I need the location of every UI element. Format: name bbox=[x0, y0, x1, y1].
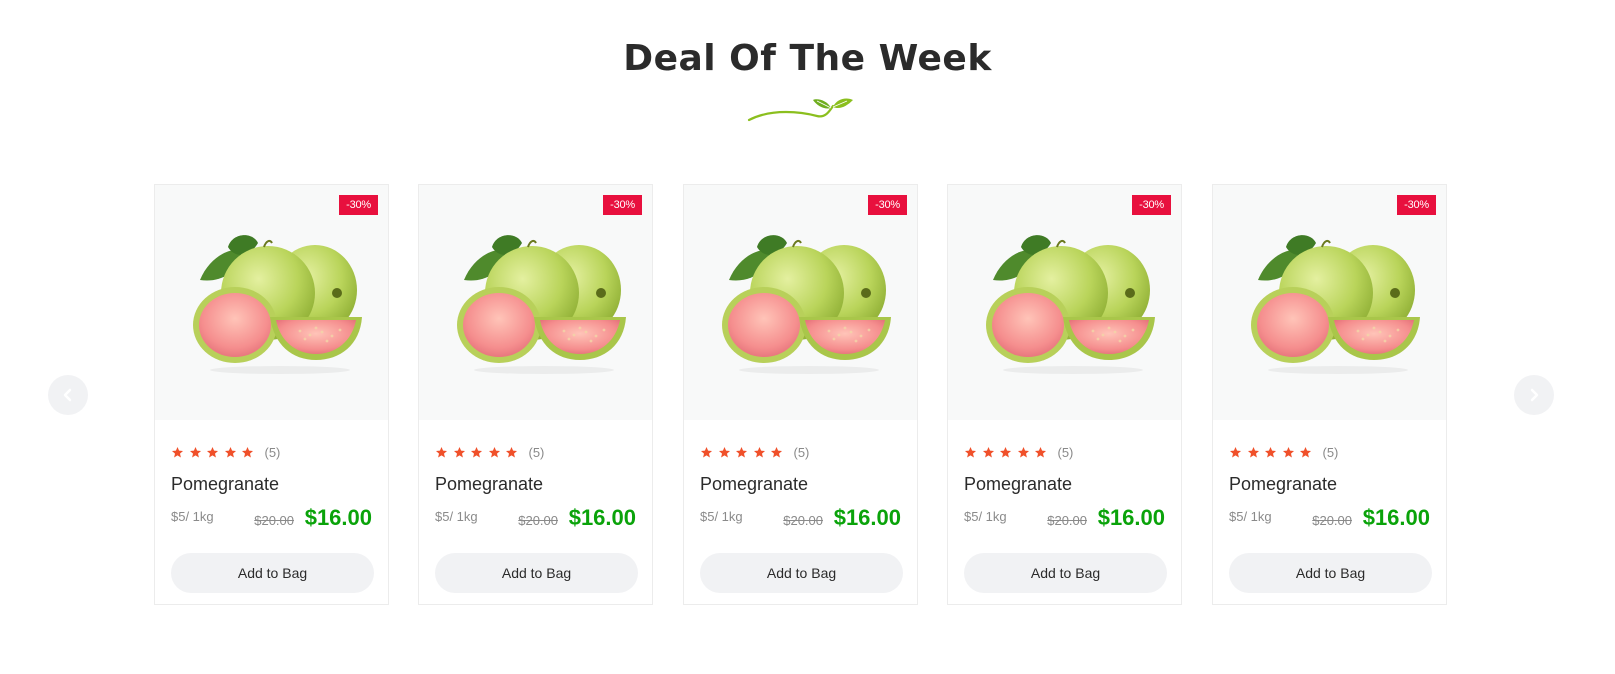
product-card[interactable]: -30% (5) Pomegranate $5/ 1kg $20.00 $16.… bbox=[1212, 184, 1447, 605]
product-media[interactable]: -30% bbox=[155, 185, 388, 420]
product-name[interactable]: Pomegranate bbox=[964, 473, 1165, 495]
guava-fruit-image[interactable] bbox=[180, 235, 365, 375]
price-row: $5/ 1kg $20.00 $16.00 bbox=[964, 505, 1165, 533]
star-icon bbox=[982, 446, 995, 459]
star-icon bbox=[735, 446, 748, 459]
product-media[interactable]: -30% bbox=[948, 185, 1181, 420]
add-to-bag-button[interactable]: Add to Bag bbox=[700, 553, 903, 593]
sale-price: $16.00 bbox=[568, 505, 636, 530]
add-to-bag-button[interactable]: Add to Bag bbox=[964, 553, 1167, 593]
product-name[interactable]: Pomegranate bbox=[171, 473, 372, 495]
product-media[interactable]: -30% bbox=[419, 185, 652, 420]
star-icon bbox=[770, 446, 783, 459]
guava-fruit-image[interactable] bbox=[444, 235, 629, 375]
star-icon bbox=[488, 446, 501, 459]
product-carousel: -30% (5) Pomegranate $5/ 1kg $20.00 $16.… bbox=[154, 184, 1461, 607]
star-icon bbox=[999, 446, 1012, 459]
product-name[interactable]: Pomegranate bbox=[435, 473, 636, 495]
star-rating: (5) bbox=[1229, 444, 1430, 460]
product-card[interactable]: -30% (5) Pomegranate $5/ 1kg $20.00 $16.… bbox=[947, 184, 1182, 605]
star-rating: (5) bbox=[435, 444, 636, 460]
star-icon bbox=[171, 446, 184, 459]
star-icon bbox=[189, 446, 202, 459]
unit-price: $5/ 1kg bbox=[171, 509, 214, 524]
discount-badge: -30% bbox=[603, 195, 642, 215]
chevron-left-icon bbox=[63, 388, 72, 402]
unit-price: $5/ 1kg bbox=[1229, 509, 1272, 524]
unit-price: $5/ 1kg bbox=[700, 509, 743, 524]
unit-price: $5/ 1kg bbox=[435, 509, 478, 524]
star-icon bbox=[505, 446, 518, 459]
old-price: $20.00 bbox=[1312, 513, 1352, 528]
product-card[interactable]: -30% (5) Pomegranate $5/ 1kg $20.00 $16.… bbox=[683, 184, 918, 605]
star-icon bbox=[964, 446, 977, 459]
rating-count: (5) bbox=[793, 444, 810, 460]
price-row: $5/ 1kg $20.00 $16.00 bbox=[435, 505, 636, 533]
product-name[interactable]: Pomegranate bbox=[700, 473, 901, 495]
old-price: $20.00 bbox=[254, 513, 294, 528]
product-media[interactable]: -30% bbox=[684, 185, 917, 420]
product-card[interactable]: -30% (5) Pomegranate $5/ 1kg $20.00 $16.… bbox=[154, 184, 389, 605]
star-icon bbox=[1282, 446, 1295, 459]
sale-price: $16.00 bbox=[1362, 505, 1430, 530]
add-to-bag-button[interactable]: Add to Bag bbox=[171, 553, 374, 593]
rating-count: (5) bbox=[264, 444, 281, 460]
star-rating: (5) bbox=[171, 444, 372, 460]
star-icon bbox=[753, 446, 766, 459]
chevron-right-icon bbox=[1530, 388, 1539, 402]
star-icon bbox=[1034, 446, 1047, 459]
old-price: $20.00 bbox=[1047, 513, 1087, 528]
add-to-bag-button[interactable]: Add to Bag bbox=[1229, 553, 1432, 593]
discount-badge: -30% bbox=[868, 195, 907, 215]
guava-fruit-image[interactable] bbox=[1238, 235, 1423, 375]
product-card[interactable]: -30% (5) Pomegranate $5/ 1kg $20.00 $16.… bbox=[418, 184, 653, 605]
price-row: $5/ 1kg $20.00 $16.00 bbox=[700, 505, 901, 533]
sale-price: $16.00 bbox=[304, 505, 372, 530]
star-icon bbox=[206, 446, 219, 459]
add-to-bag-button[interactable]: Add to Bag bbox=[435, 553, 638, 593]
rating-count: (5) bbox=[528, 444, 545, 460]
star-icon bbox=[241, 446, 254, 459]
star-icon bbox=[453, 446, 466, 459]
star-icon bbox=[1264, 446, 1277, 459]
discount-badge: -30% bbox=[1132, 195, 1171, 215]
star-icon bbox=[1017, 446, 1030, 459]
star-icon bbox=[470, 446, 483, 459]
sale-price: $16.00 bbox=[833, 505, 901, 530]
guava-fruit-image[interactable] bbox=[973, 235, 1158, 375]
discount-badge: -30% bbox=[339, 195, 378, 215]
discount-badge: -30% bbox=[1397, 195, 1436, 215]
carousel-prev-button[interactable] bbox=[48, 375, 88, 415]
old-price: $20.00 bbox=[518, 513, 558, 528]
deal-of-the-week-section: Deal Of The Week -30% (5) Pomegranate $5… bbox=[0, 0, 1615, 674]
star-rating: (5) bbox=[700, 444, 901, 460]
star-icon bbox=[700, 446, 713, 459]
star-rating: (5) bbox=[964, 444, 1165, 460]
star-icon bbox=[224, 446, 237, 459]
price-row: $5/ 1kg $20.00 $16.00 bbox=[171, 505, 372, 533]
leaf-ornament-icon bbox=[747, 98, 853, 122]
star-icon bbox=[718, 446, 731, 459]
sale-price: $16.00 bbox=[1097, 505, 1165, 530]
rating-count: (5) bbox=[1322, 444, 1339, 460]
star-icon bbox=[1229, 446, 1242, 459]
rating-count: (5) bbox=[1057, 444, 1074, 460]
section-title: Deal Of The Week bbox=[623, 38, 992, 79]
carousel-next-button[interactable] bbox=[1514, 375, 1554, 415]
product-media[interactable]: -30% bbox=[1213, 185, 1446, 420]
product-name[interactable]: Pomegranate bbox=[1229, 473, 1430, 495]
price-row: $5/ 1kg $20.00 $16.00 bbox=[1229, 505, 1430, 533]
star-icon bbox=[1247, 446, 1260, 459]
guava-fruit-image[interactable] bbox=[709, 235, 894, 375]
star-icon bbox=[1299, 446, 1312, 459]
unit-price: $5/ 1kg bbox=[964, 509, 1007, 524]
old-price: $20.00 bbox=[783, 513, 823, 528]
star-icon bbox=[435, 446, 448, 459]
